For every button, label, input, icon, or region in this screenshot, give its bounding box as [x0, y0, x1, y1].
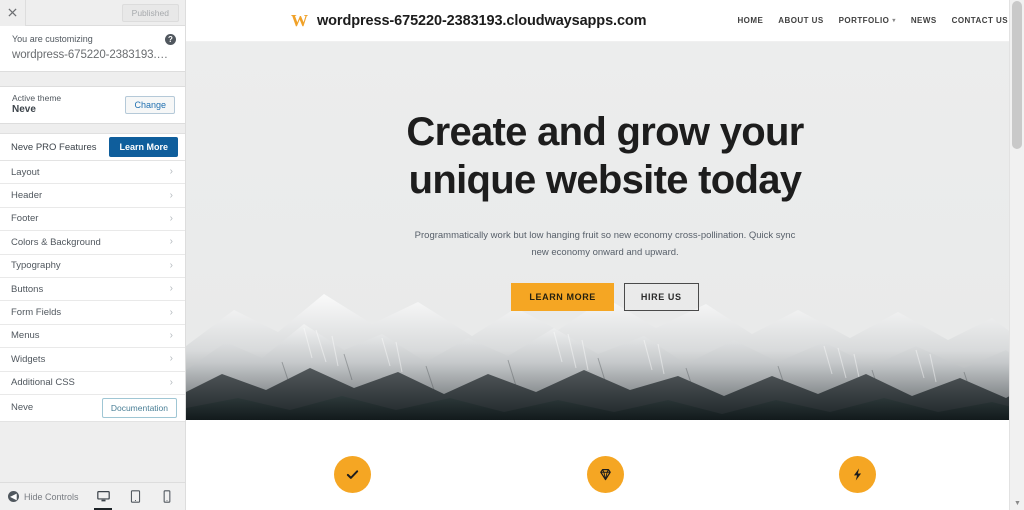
site-url-text: wordpress-675220-2383193.cloudw... [12, 49, 173, 61]
chevron-right-icon: › [169, 166, 173, 178]
chevron-right-icon: › [169, 189, 173, 201]
sidebar-filler [0, 421, 185, 482]
hero-section: Create and grow your unique website toda… [186, 42, 1024, 420]
documentation-button[interactable]: Documentation [101, 397, 177, 418]
customizer-topbar: Published [0, 0, 185, 26]
wordpress-w-logo-icon: W [291, 11, 308, 30]
customizing-label: You are customizing [12, 34, 93, 44]
change-theme-button[interactable]: Change [125, 95, 175, 114]
active-theme-name: Neve [12, 103, 36, 115]
chevron-down-icon: ▾ [892, 18, 896, 24]
collapse-arrow-icon: ◀ [8, 491, 19, 502]
mobile-icon[interactable] [156, 483, 178, 510]
site-title: wordpress-675220-2383193.cloudwaysapps.c… [317, 12, 647, 29]
sidebar-item-label: Menus [11, 330, 40, 342]
hide-controls-label: Hide Controls [24, 491, 79, 502]
customizer-sidebar: Published You are customizing wordpress-… [0, 0, 186, 510]
sidebar-item-label: Layout [11, 166, 40, 178]
active-theme-section: Active theme Neve Change [0, 87, 185, 124]
hero-content: Create and grow your unique website toda… [186, 42, 1024, 312]
sidebar-spacer-1 [0, 72, 185, 87]
hero-heading-line-2: unique website today [408, 158, 802, 202]
sidebar-item-layout[interactable]: Layout › [0, 161, 185, 185]
sidebar-spacer-2 [0, 124, 185, 134]
nav-label: CONTACT US [951, 16, 1008, 25]
hero-heading: Create and grow your unique website toda… [370, 108, 840, 204]
chevron-right-icon: › [169, 376, 173, 388]
sidebar-item-widgets[interactable]: Widgets › [0, 348, 185, 372]
sidebar-item-label: Widgets [11, 353, 46, 365]
sidebar-item-footer[interactable]: Footer › [0, 208, 185, 232]
sidebar-item-label: Typography [11, 260, 61, 272]
hero-subtitle: Programmatically work but low hanging fr… [414, 230, 796, 258]
sidebar-item-menus[interactable]: Menus › [0, 325, 185, 349]
nav-item-news[interactable]: NEWS [911, 16, 937, 25]
hire-us-cta-button[interactable]: HIRE US [623, 283, 699, 312]
customizer-panel-list: Layout › Header › Footer › Colors & Back… [0, 161, 185, 395]
hero-heading-line-1: Create and grow your [406, 110, 804, 154]
customizing-section: You are customizing wordpress-675220-238… [0, 26, 185, 72]
check-icon [333, 455, 371, 493]
neve-theme-label: Neve [11, 402, 34, 414]
sidebar-item-colors-background[interactable]: Colors & Background › [0, 231, 185, 255]
nav-label: ABOUT US [778, 16, 824, 25]
desktop-icon[interactable] [92, 483, 114, 510]
tablet-icon[interactable] [124, 483, 146, 510]
features-section [186, 420, 1024, 510]
neve-pro-features-label: Neve PRO Features [11, 141, 97, 153]
device-preview-switcher [92, 483, 178, 510]
nav-item-about-us[interactable]: ABOUT US [778, 16, 823, 25]
sidebar-item-label: Colors & Background [11, 236, 101, 248]
sidebar-item-header[interactable]: Header › [0, 184, 185, 208]
hide-controls-button[interactable]: ◀ Hide Controls [8, 491, 79, 502]
primary-navigation: HOME ABOUT US PORTFOLIO ▾ NEWS CONTACT U… [737, 16, 1008, 25]
chevron-right-icon: › [169, 212, 173, 224]
help-icon[interactable]: ? [165, 34, 176, 45]
chevron-right-icon: › [169, 353, 173, 365]
scrollbar-thumb[interactable] [1012, 1, 1022, 149]
hero-cta-group: LEARN MORE HIRE US [186, 283, 1024, 312]
sidebar-item-label: Additional CSS [11, 377, 75, 389]
chevron-right-icon: › [169, 236, 173, 248]
site-preview-pane: W wordpress-675220-2383193.cloudwaysapps… [186, 0, 1024, 510]
sidebar-item-label: Form Fields [11, 307, 62, 319]
learn-more-button[interactable]: Learn More [109, 137, 178, 157]
nav-item-home[interactable]: HOME [737, 16, 763, 25]
customizer-app: Published You are customizing wordpress-… [0, 0, 1024, 510]
active-theme-label: Active theme [12, 92, 62, 103]
chevron-right-icon: › [169, 306, 173, 318]
sidebar-item-buttons[interactable]: Buttons › [0, 278, 185, 302]
nav-label: PORTFOLIO [838, 16, 890, 25]
sidebar-item-label: Buttons [11, 283, 44, 295]
nav-label: NEWS [910, 16, 937, 25]
lightning-bolt-icon [839, 455, 877, 493]
chevron-right-icon: › [169, 259, 173, 271]
site-header: W wordpress-675220-2383193.cloudwaysapps… [186, 0, 1024, 42]
customizer-footer-bar: ◀ Hide Controls [0, 482, 185, 510]
feature-item [731, 455, 984, 493]
chevron-right-icon: › [169, 283, 173, 295]
publish-button[interactable]: Published [121, 4, 179, 22]
sidebar-item-form-fields[interactable]: Form Fields › [0, 301, 185, 325]
preview-scrollbar[interactable]: ▲ ▼ [1009, 0, 1024, 510]
sidebar-item-label: Header [11, 190, 43, 202]
chevron-right-icon: › [169, 329, 173, 341]
neve-pro-features-row[interactable]: Neve PRO Features Learn More [0, 134, 185, 161]
feature-item [479, 455, 732, 493]
nav-item-contact-us[interactable]: CONTACT US [952, 16, 1008, 25]
neve-documentation-row: Neve Documentation [0, 394, 185, 422]
sidebar-item-label: Footer [11, 213, 39, 225]
sidebar-item-additional-css[interactable]: Additional CSS › [0, 372, 185, 395]
sidebar-item-typography[interactable]: Typography › [0, 255, 185, 278]
scroll-down-arrow-icon[interactable]: ▼ [1010, 496, 1024, 510]
nav-label: HOME [737, 16, 764, 25]
feature-item [226, 455, 479, 493]
site-branding[interactable]: W wordpress-675220-2383193.cloudwaysapps… [290, 11, 647, 30]
nav-item-portfolio[interactable]: PORTFOLIO ▾ [839, 16, 896, 25]
learn-more-cta-button[interactable]: LEARN MORE [511, 283, 614, 312]
diamond-icon [586, 455, 624, 493]
close-x-icon[interactable] [0, 0, 26, 26]
